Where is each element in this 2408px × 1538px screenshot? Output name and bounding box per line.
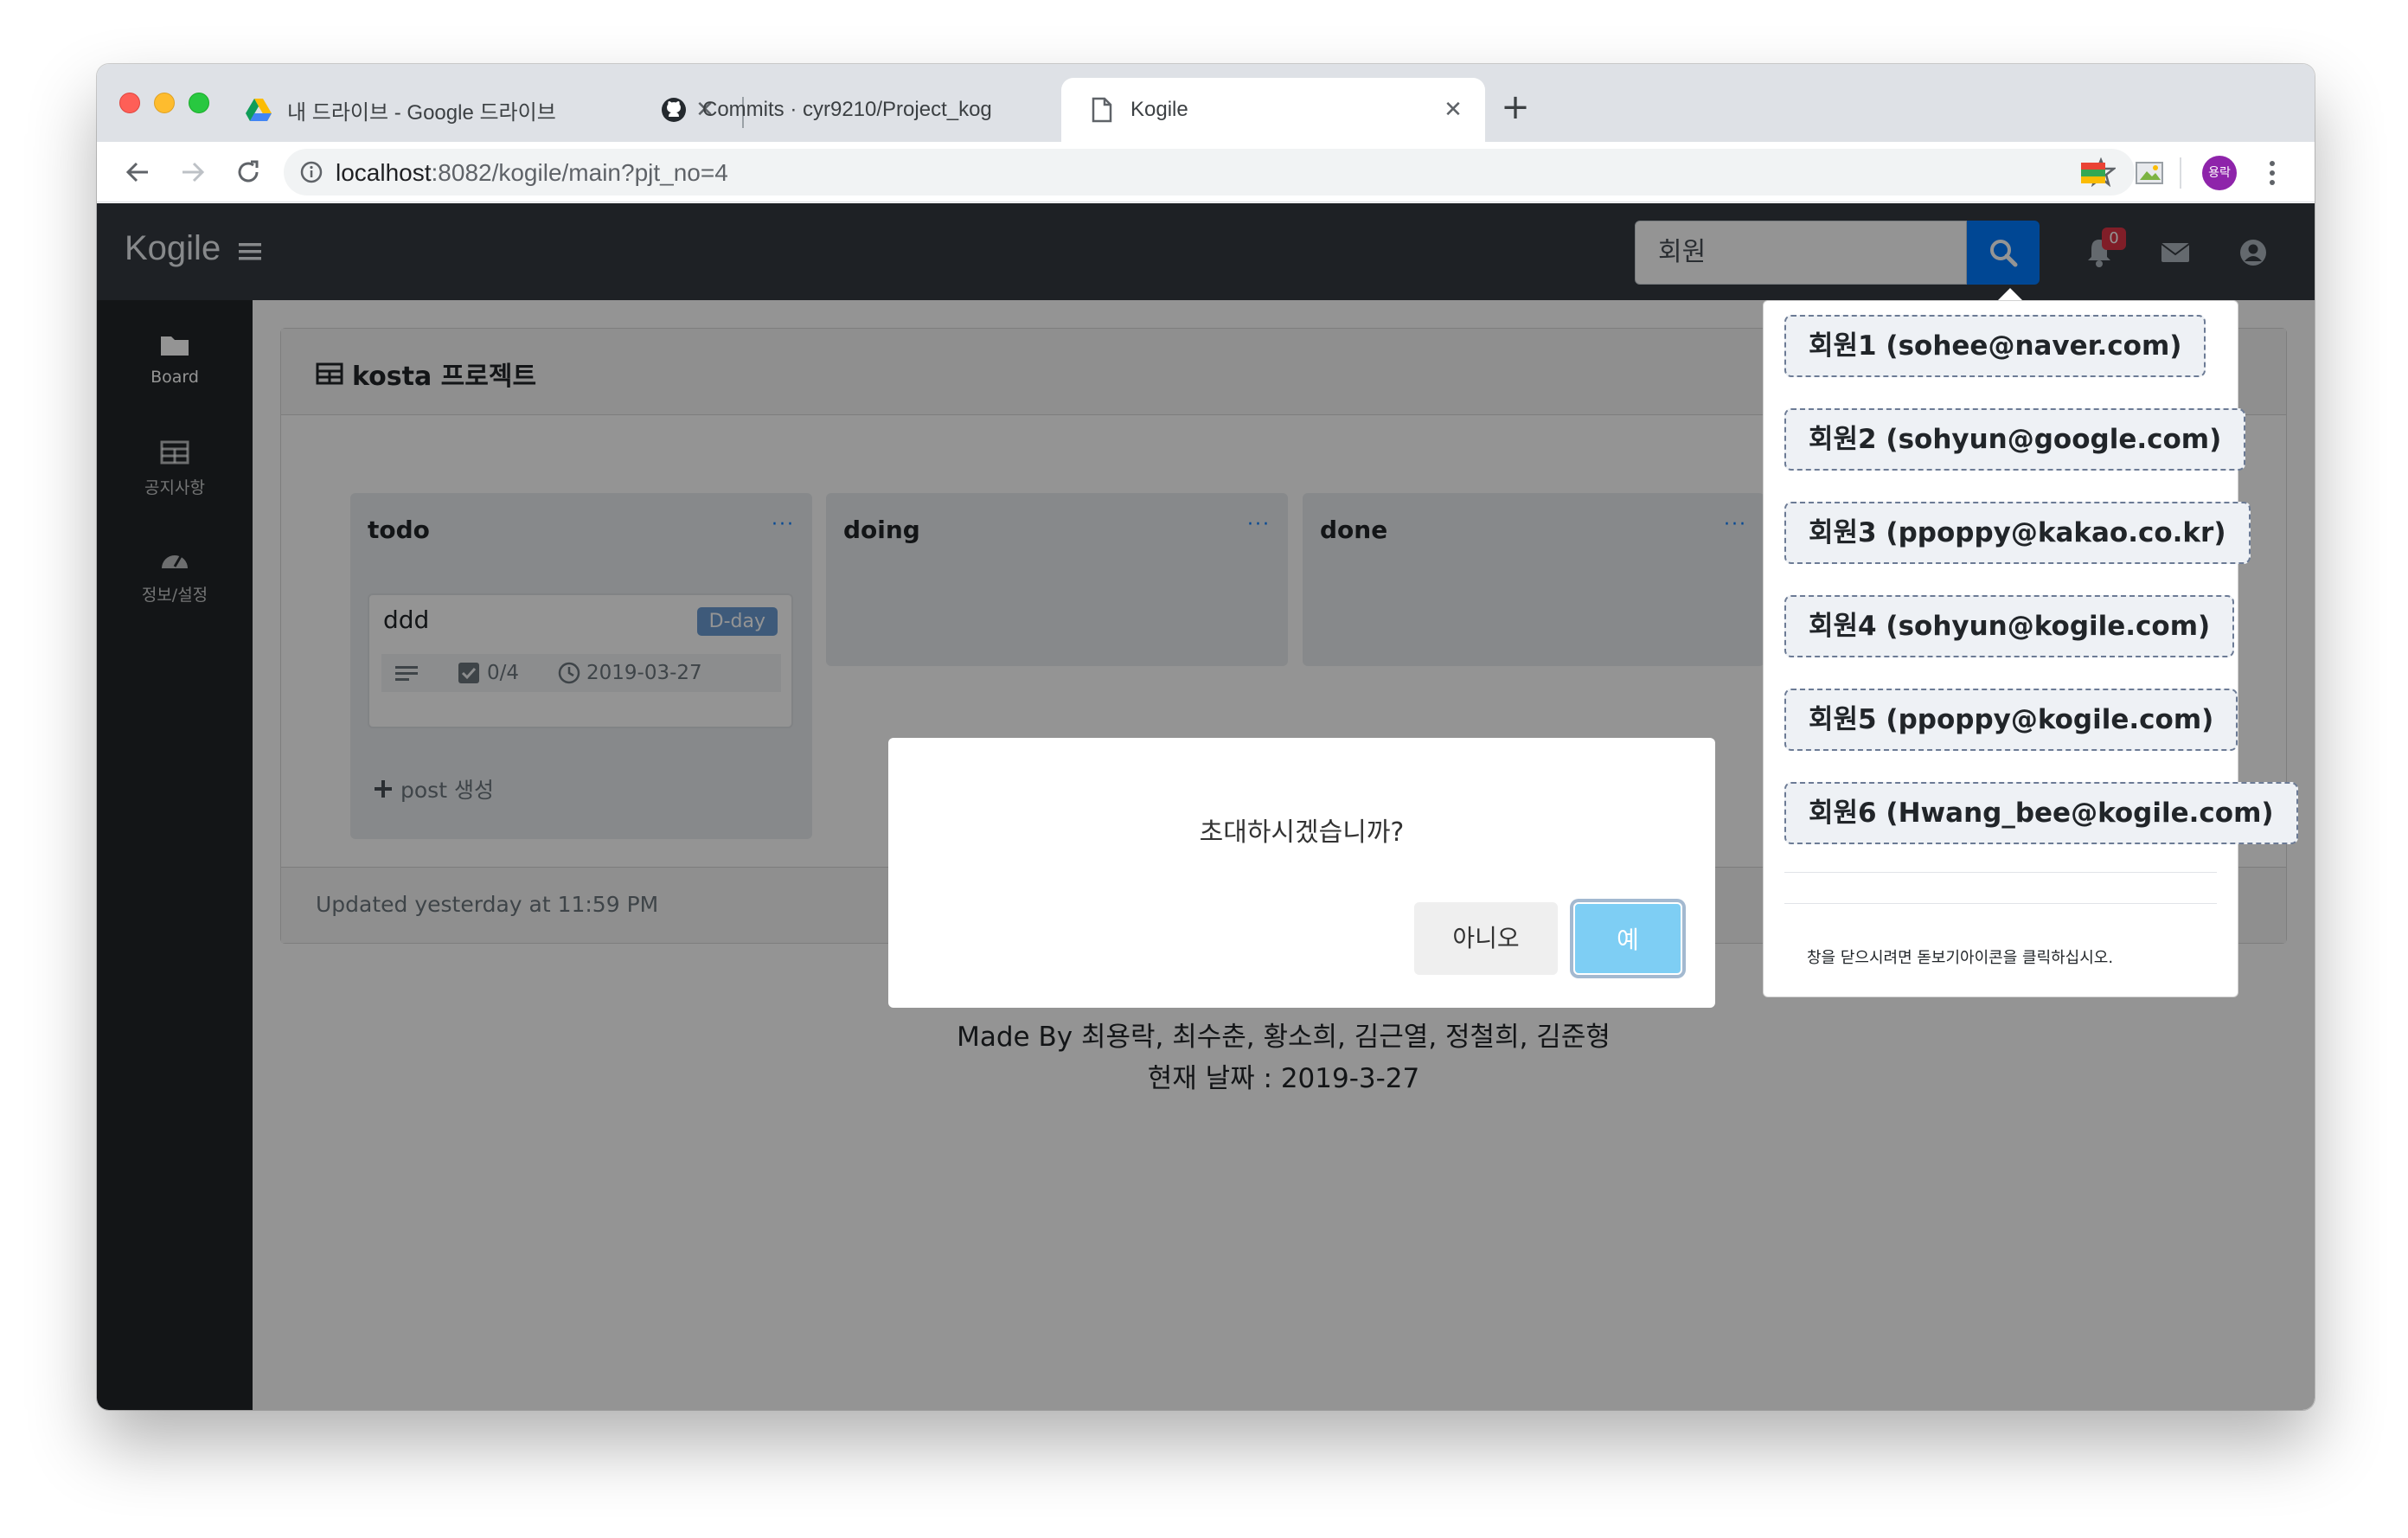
member-result-item[interactable]: 회원6 (Hwang_bee@kogile.com) [1784, 782, 2298, 844]
toolbar-separator [2180, 157, 2181, 189]
extension-colorful-icon[interactable] [2079, 159, 2107, 187]
dropdown-hint: 창을 닫으시려면 돋보기아이콘을 클릭하십시오. [1807, 949, 2114, 967]
member-result-item[interactable]: 회원3 (ppoppy@kakao.co.kr) [1784, 502, 2251, 564]
tab-kogile[interactable]: Kogile ✕ [1061, 78, 1485, 142]
search-results-dropdown: 회원1 (sohee@naver.com) 회원2 (sohyun@google… [1763, 300, 2298, 997]
dropdown-divider [1784, 903, 2217, 904]
member-result-item[interactable]: 회원1 (sohee@naver.com) [1784, 315, 2206, 377]
dialog-message: 초대하시겠습니까? [1199, 817, 1405, 848]
maximize-window-button[interactable] [189, 93, 209, 113]
info-icon[interactable] [299, 160, 323, 184]
minimize-window-button[interactable] [154, 93, 175, 113]
tab-bar: 내 드라이브 - Google 드라이브 ✕ Commits · cyr9210… [97, 64, 2315, 142]
member-result-item[interactable]: 회원5 (ppoppy@kogile.com) [1784, 689, 2238, 751]
tab-title: 내 드라이브 - Google 드라이브 [287, 100, 556, 125]
address-bar[interactable]: localhost:8082/kogile/main?pjt_no=4 [284, 149, 2135, 195]
reload-icon[interactable] [230, 154, 266, 190]
new-tab-icon[interactable]: + [1498, 90, 1533, 125]
confirm-button[interactable]: 예 [1573, 902, 1682, 975]
forward-arrow-icon[interactable] [175, 154, 211, 190]
menu-kebab-icon[interactable] [2259, 154, 2285, 192]
profile-avatar[interactable]: 용락 [2202, 156, 2237, 190]
back-arrow-icon[interactable] [119, 154, 156, 190]
github-icon [661, 97, 687, 123]
url-text: localhost:8082/kogile/main?pjt_no=4 [336, 159, 728, 186]
invite-confirm-dialog: 초대하시겠습니까? 아니오 예 [888, 738, 1715, 1008]
cancel-button[interactable]: 아니오 [1414, 902, 1558, 975]
tab-title: Commits · cyr9210/Project_kog [702, 98, 992, 121]
page-icon [1089, 97, 1115, 123]
browser-toolbar: localhost:8082/kogile/main?pjt_no=4 용락 [97, 142, 2315, 202]
browser-window: 내 드라이브 - Google 드라이브 ✕ Commits · cyr9210… [97, 64, 2315, 1410]
member-result-item[interactable]: 회원4 (sohyun@kogile.com) [1784, 595, 2235, 657]
member-result-item[interactable]: 회원2 (sohyun@google.com) [1784, 408, 2246, 471]
close-tab-icon[interactable]: ✕ [1440, 97, 1466, 123]
google-drive-icon [246, 97, 272, 123]
close-window-button[interactable] [119, 93, 140, 113]
extension-image-icon[interactable] [2135, 159, 2163, 187]
dropdown-divider [1784, 872, 2217, 873]
tab-title: Kogile [1130, 98, 1188, 121]
